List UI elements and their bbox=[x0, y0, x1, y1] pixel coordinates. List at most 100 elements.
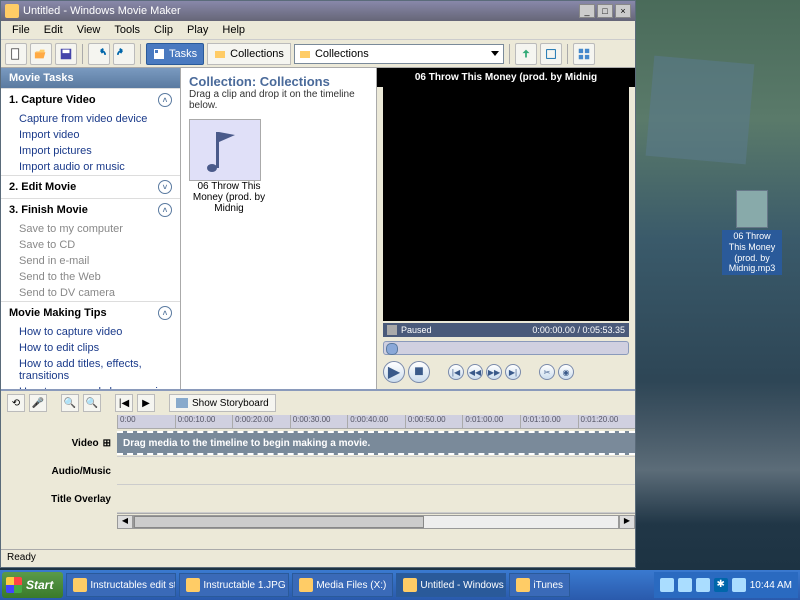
link-import-pictures[interactable]: Import pictures bbox=[1, 143, 180, 159]
app-icon bbox=[186, 578, 200, 592]
link-tip-capture[interactable]: How to capture video bbox=[1, 324, 180, 340]
collection-subtitle: Drag a clip and drop it on the timeline … bbox=[189, 89, 368, 111]
open-button[interactable] bbox=[30, 43, 52, 65]
close-button[interactable]: × bbox=[615, 4, 631, 18]
desktop-file-icon[interactable]: 06 Throw This Money (prod. by Midnig.mp3 bbox=[722, 190, 782, 275]
link-send-email[interactable]: Send in e-mail bbox=[1, 253, 180, 269]
timeline-tracks[interactable]: 0:000:00:10.000:00:20.000:00:30.000:00:4… bbox=[117, 415, 635, 549]
window-title: Untitled - Windows Movie Maker bbox=[23, 5, 181, 17]
snapshot-button[interactable]: ◉ bbox=[558, 364, 574, 380]
taskbar-item[interactable]: Instructables edit st... bbox=[66, 573, 176, 597]
windows-taskbar: Start Instructables edit st... Instructa… bbox=[0, 570, 800, 600]
app-icon bbox=[516, 578, 530, 592]
rewind-button[interactable]: |◀ bbox=[448, 364, 464, 380]
redo-button[interactable] bbox=[113, 43, 135, 65]
preview-monitor[interactable] bbox=[383, 87, 629, 321]
section-edit-movie[interactable]: 2. Edit Movie˅ bbox=[1, 175, 180, 198]
link-save-computer[interactable]: Save to my computer bbox=[1, 221, 180, 237]
tray-icon[interactable] bbox=[660, 578, 674, 592]
video-track[interactable]: Drag media to the timeline to begin maki… bbox=[117, 429, 635, 457]
link-send-web[interactable]: Send to the Web bbox=[1, 269, 180, 285]
collection-pane: Collection: Collections Drag a clip and … bbox=[181, 68, 377, 389]
tasks-label: Tasks bbox=[169, 48, 197, 60]
menu-view[interactable]: View bbox=[70, 22, 108, 38]
stop-button[interactable]: ■ bbox=[408, 361, 430, 383]
title-track[interactable] bbox=[117, 485, 635, 513]
tray-icon[interactable] bbox=[732, 578, 746, 592]
properties-button[interactable] bbox=[540, 43, 562, 65]
split-button[interactable]: ✂ bbox=[539, 364, 555, 380]
scrollbar-thumb[interactable] bbox=[134, 516, 424, 528]
menu-play[interactable]: Play bbox=[180, 22, 215, 38]
menu-tools[interactable]: Tools bbox=[107, 22, 147, 38]
maximize-button[interactable]: □ bbox=[597, 4, 613, 18]
taskbar-item[interactable]: iTunes bbox=[509, 573, 570, 597]
section-capture-video[interactable]: 1. Capture Video˄ bbox=[1, 88, 180, 111]
menu-help[interactable]: Help bbox=[215, 22, 252, 38]
audio-clip[interactable]: 06 Throw This Money (prod. by Midnig bbox=[189, 119, 269, 214]
forward-button[interactable]: ▶| bbox=[505, 364, 521, 380]
playback-controls: ▶ ■ |◀ ◀◀ ▶▶ ▶| ✂ ◉ bbox=[383, 361, 629, 383]
timeline-zoom-in[interactable]: 🔍 bbox=[61, 394, 79, 412]
main-toolbar: Tasks Collections Collections bbox=[1, 40, 635, 68]
tasks-pane: Movie Tasks 1. Capture Video˄ Capture fr… bbox=[1, 68, 181, 389]
timeline-play[interactable]: ▶ bbox=[137, 394, 155, 412]
timeline-zoom-out[interactable]: 🔍 bbox=[83, 394, 101, 412]
clock[interactable]: 10:44 AM bbox=[750, 580, 792, 591]
tasks-toggle-button[interactable]: Tasks bbox=[146, 43, 204, 65]
timeline-labels: Video ⊞ Audio/Music Title Overlay bbox=[1, 415, 117, 549]
timeline-zoom-full[interactable]: ⟲ bbox=[7, 394, 25, 412]
title-track-label: Title Overlay bbox=[1, 485, 117, 513]
taskbar-item[interactable]: Media Files (X:) bbox=[292, 573, 393, 597]
timeline-rewind[interactable]: |◀ bbox=[115, 394, 133, 412]
toolbar-divider bbox=[567, 44, 568, 64]
titlebar[interactable]: Untitled - Windows Movie Maker _ □ × bbox=[1, 1, 635, 21]
next-frame-button[interactable]: ▶▶ bbox=[486, 364, 502, 380]
prev-frame-button[interactable]: ◀◀ bbox=[467, 364, 483, 380]
section-finish-movie[interactable]: 3. Finish Movie˄ bbox=[1, 198, 180, 221]
link-tip-titles[interactable]: How to add titles, effects, transitions bbox=[1, 356, 180, 384]
menu-edit[interactable]: Edit bbox=[37, 22, 70, 38]
link-send-dv[interactable]: Send to DV camera bbox=[1, 285, 180, 301]
menu-file[interactable]: File bbox=[5, 22, 37, 38]
timeline-scrollbar[interactable]: ◀ ▶ bbox=[117, 513, 635, 529]
link-tip-edit[interactable]: How to edit clips bbox=[1, 340, 180, 356]
link-import-audio[interactable]: Import audio or music bbox=[1, 159, 180, 175]
collections-label: Collections bbox=[230, 48, 284, 60]
link-capture-device[interactable]: Capture from video device bbox=[1, 111, 180, 127]
menu-clip[interactable]: Clip bbox=[147, 22, 180, 38]
audio-track[interactable] bbox=[117, 457, 635, 485]
undo-button[interactable] bbox=[88, 43, 110, 65]
up-level-button[interactable] bbox=[515, 43, 537, 65]
collapse-icon: ˄ bbox=[158, 306, 172, 320]
system-tray[interactable]: ✱ 10:44 AM bbox=[654, 572, 798, 598]
start-button[interactable]: Start bbox=[2, 572, 63, 598]
timeline-ruler[interactable]: 0:000:00:10.000:00:20.000:00:30.000:00:4… bbox=[117, 415, 635, 429]
app-icon bbox=[73, 578, 87, 592]
timeline-narration[interactable]: 🎤 bbox=[29, 394, 47, 412]
section-tips[interactable]: Movie Making Tips˄ bbox=[1, 301, 180, 324]
app-icon bbox=[403, 578, 417, 592]
tray-icon[interactable] bbox=[678, 578, 692, 592]
bluetooth-icon[interactable]: ✱ bbox=[714, 578, 728, 592]
scrollbar-track[interactable] bbox=[133, 515, 619, 529]
show-storyboard-button[interactable]: Show Storyboard bbox=[169, 394, 276, 412]
link-save-cd[interactable]: Save to CD bbox=[1, 237, 180, 253]
minimize-button[interactable]: _ bbox=[579, 4, 595, 18]
scroll-left-button[interactable]: ◀ bbox=[117, 515, 133, 529]
collection-dropdown[interactable]: Collections bbox=[294, 44, 504, 64]
link-import-video[interactable]: Import video bbox=[1, 127, 180, 143]
windows-logo-icon bbox=[6, 577, 22, 593]
play-button[interactable]: ▶ bbox=[383, 361, 405, 383]
tray-icon[interactable] bbox=[696, 578, 710, 592]
scroll-right-button[interactable]: ▶ bbox=[619, 515, 635, 529]
collapse-icon: ˄ bbox=[158, 93, 172, 107]
seek-slider[interactable] bbox=[383, 341, 629, 355]
taskbar-item[interactable]: Instructable 1.JPG - ... bbox=[179, 573, 289, 597]
timeline-toolbar: ⟲ 🎤 🔍 🔍 |◀ ▶ Show Storyboard bbox=[1, 391, 635, 415]
view-mode-button[interactable] bbox=[573, 43, 595, 65]
new-project-button[interactable] bbox=[5, 43, 27, 65]
save-button[interactable] bbox=[55, 43, 77, 65]
taskbar-item-active[interactable]: Untitled - Windows ... bbox=[396, 573, 506, 597]
collections-toggle-button[interactable]: Collections bbox=[207, 43, 291, 65]
